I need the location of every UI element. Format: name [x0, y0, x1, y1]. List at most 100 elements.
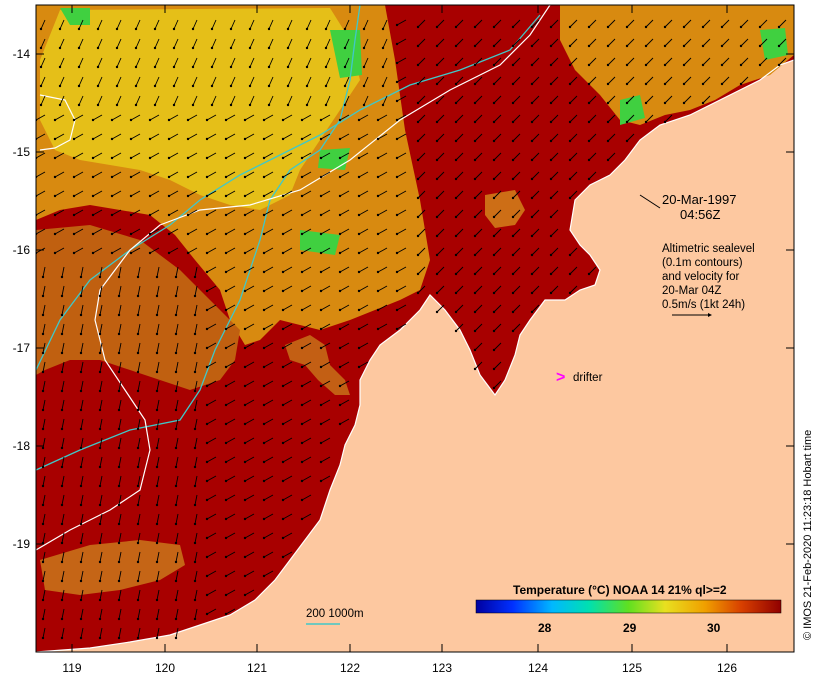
velocity-arrow-head — [153, 65, 157, 69]
velocity-arrow-head — [300, 460, 304, 464]
velocity-arrow-head — [39, 46, 43, 50]
velocity-arrow-head — [148, 213, 152, 217]
velocity-arrow-head — [338, 403, 342, 407]
velocity-arrow-head — [136, 484, 140, 488]
velocity-arrow-head — [58, 46, 62, 50]
velocity-arrow-head — [174, 636, 178, 640]
velocity-arrow-head — [357, 327, 361, 331]
velocity-arrow-head — [243, 460, 247, 464]
velocity-arrow-head — [281, 517, 285, 521]
velocity-arrow-head — [376, 327, 380, 331]
velocity-arrow-head — [186, 137, 190, 141]
velocity-arrow-head — [376, 194, 380, 198]
velocity-arrow-head — [41, 484, 45, 488]
velocity-arrow-head — [193, 275, 197, 279]
velocity-arrow-head — [98, 522, 102, 526]
velocity-arrow-head — [41, 408, 45, 412]
velocity-arrow-head — [777, 63, 781, 67]
velocity-arrow-head — [319, 289, 323, 293]
velocity-arrow-head — [60, 351, 64, 355]
velocity-arrow-head — [243, 156, 247, 160]
velocity-arrow-head — [110, 232, 114, 236]
velocity-arrow-head — [174, 408, 178, 412]
velocity-arrow-head — [587, 44, 591, 48]
velocity-arrow-head — [338, 365, 342, 369]
velocity-arrow-head — [473, 139, 477, 143]
velocity-arrow-head — [758, 63, 762, 67]
velocity-arrow-head — [243, 289, 247, 293]
velocity-arrow-head — [79, 427, 83, 431]
velocity-arrow-head — [395, 99, 399, 103]
velocity-arrow-head — [248, 65, 252, 69]
velocity-arrow-head — [281, 346, 285, 350]
velocity-arrow-head — [281, 441, 285, 445]
velocity-arrow-head — [117, 446, 121, 450]
velocity-arrow-head — [267, 27, 271, 31]
velocity-arrow-head — [98, 408, 102, 412]
velocity-arrow-head — [511, 82, 515, 86]
velocity-arrow-head — [172, 27, 176, 31]
velocity-arrow-head — [281, 555, 285, 559]
velocity-arrow-head — [281, 156, 285, 160]
velocity-arrow-head — [53, 137, 57, 141]
x-tick-label: 123 — [432, 661, 452, 675]
velocity-arrow-head — [416, 63, 420, 67]
velocity-arrow-head — [281, 194, 285, 198]
velocity-arrow-head — [395, 80, 399, 84]
velocity-arrow-head — [229, 65, 233, 69]
velocity-arrow-head — [91, 118, 95, 122]
velocity-arrow-head — [492, 82, 496, 86]
velocity-arrow-head — [262, 346, 266, 350]
velocity-arrow-head — [193, 560, 197, 564]
velocity-arrow-head — [41, 579, 45, 583]
velocity-arrow-head — [357, 175, 361, 179]
velocity-arrow-head — [79, 465, 83, 469]
velocity-arrow-head — [281, 213, 285, 217]
velocity-arrow-head — [362, 27, 366, 31]
velocity-arrow-head — [549, 196, 553, 200]
velocity-arrow-head — [205, 403, 209, 407]
velocity-arrow-head — [205, 308, 209, 312]
velocity-arrow-head — [136, 408, 140, 412]
y-tick-label: -17 — [13, 341, 31, 355]
velocity-arrow-head — [568, 120, 572, 124]
velocity-arrow-head — [91, 251, 95, 255]
velocity-arrow-head — [117, 598, 121, 602]
velocity-arrow-head — [454, 139, 458, 143]
velocity-arrow-head — [79, 351, 83, 355]
velocity-arrow-head — [568, 25, 572, 29]
velocity-arrow-head — [343, 27, 347, 31]
velocity-arrow-head — [205, 175, 209, 179]
velocity-arrow-head — [473, 253, 477, 257]
velocity-arrow-head — [79, 636, 83, 640]
velocity-arrow-head — [224, 422, 228, 426]
legend-colorbar — [475, 599, 782, 614]
velocity-arrow-head — [243, 194, 247, 198]
velocity-arrow-head — [136, 522, 140, 526]
velocity-arrow-head — [511, 25, 515, 29]
velocity-arrow-head — [281, 403, 285, 407]
velocity-arrow-head — [210, 103, 214, 107]
velocity-arrow-head — [98, 370, 102, 374]
velocity-arrow-head — [174, 503, 178, 507]
velocity-arrow-head — [530, 158, 534, 162]
velocity-arrow-head — [395, 270, 399, 274]
velocity-arrow-head — [60, 294, 64, 298]
y-tick-label: -19 — [13, 537, 31, 551]
velocity-arrow-head — [98, 351, 102, 355]
velocity-arrow-head — [305, 84, 309, 88]
velocity-arrow-head — [191, 65, 195, 69]
legend-tick-2: 30 — [707, 621, 721, 635]
x-tick-label: 122 — [340, 661, 360, 675]
velocity-arrow-head — [587, 25, 591, 29]
velocity-arrow-head — [155, 560, 159, 564]
velocity-arrow-head — [454, 158, 458, 162]
velocity-arrow-head — [134, 27, 138, 31]
velocity-arrow-head — [117, 427, 121, 431]
velocity-arrow-head — [511, 253, 515, 257]
velocity-arrow-head — [682, 63, 686, 67]
velocity-arrow-head — [96, 65, 100, 69]
velocity-arrow-head — [41, 560, 45, 564]
velocity-arrow-head — [205, 270, 209, 274]
drifter-symbol: > — [556, 369, 565, 386]
